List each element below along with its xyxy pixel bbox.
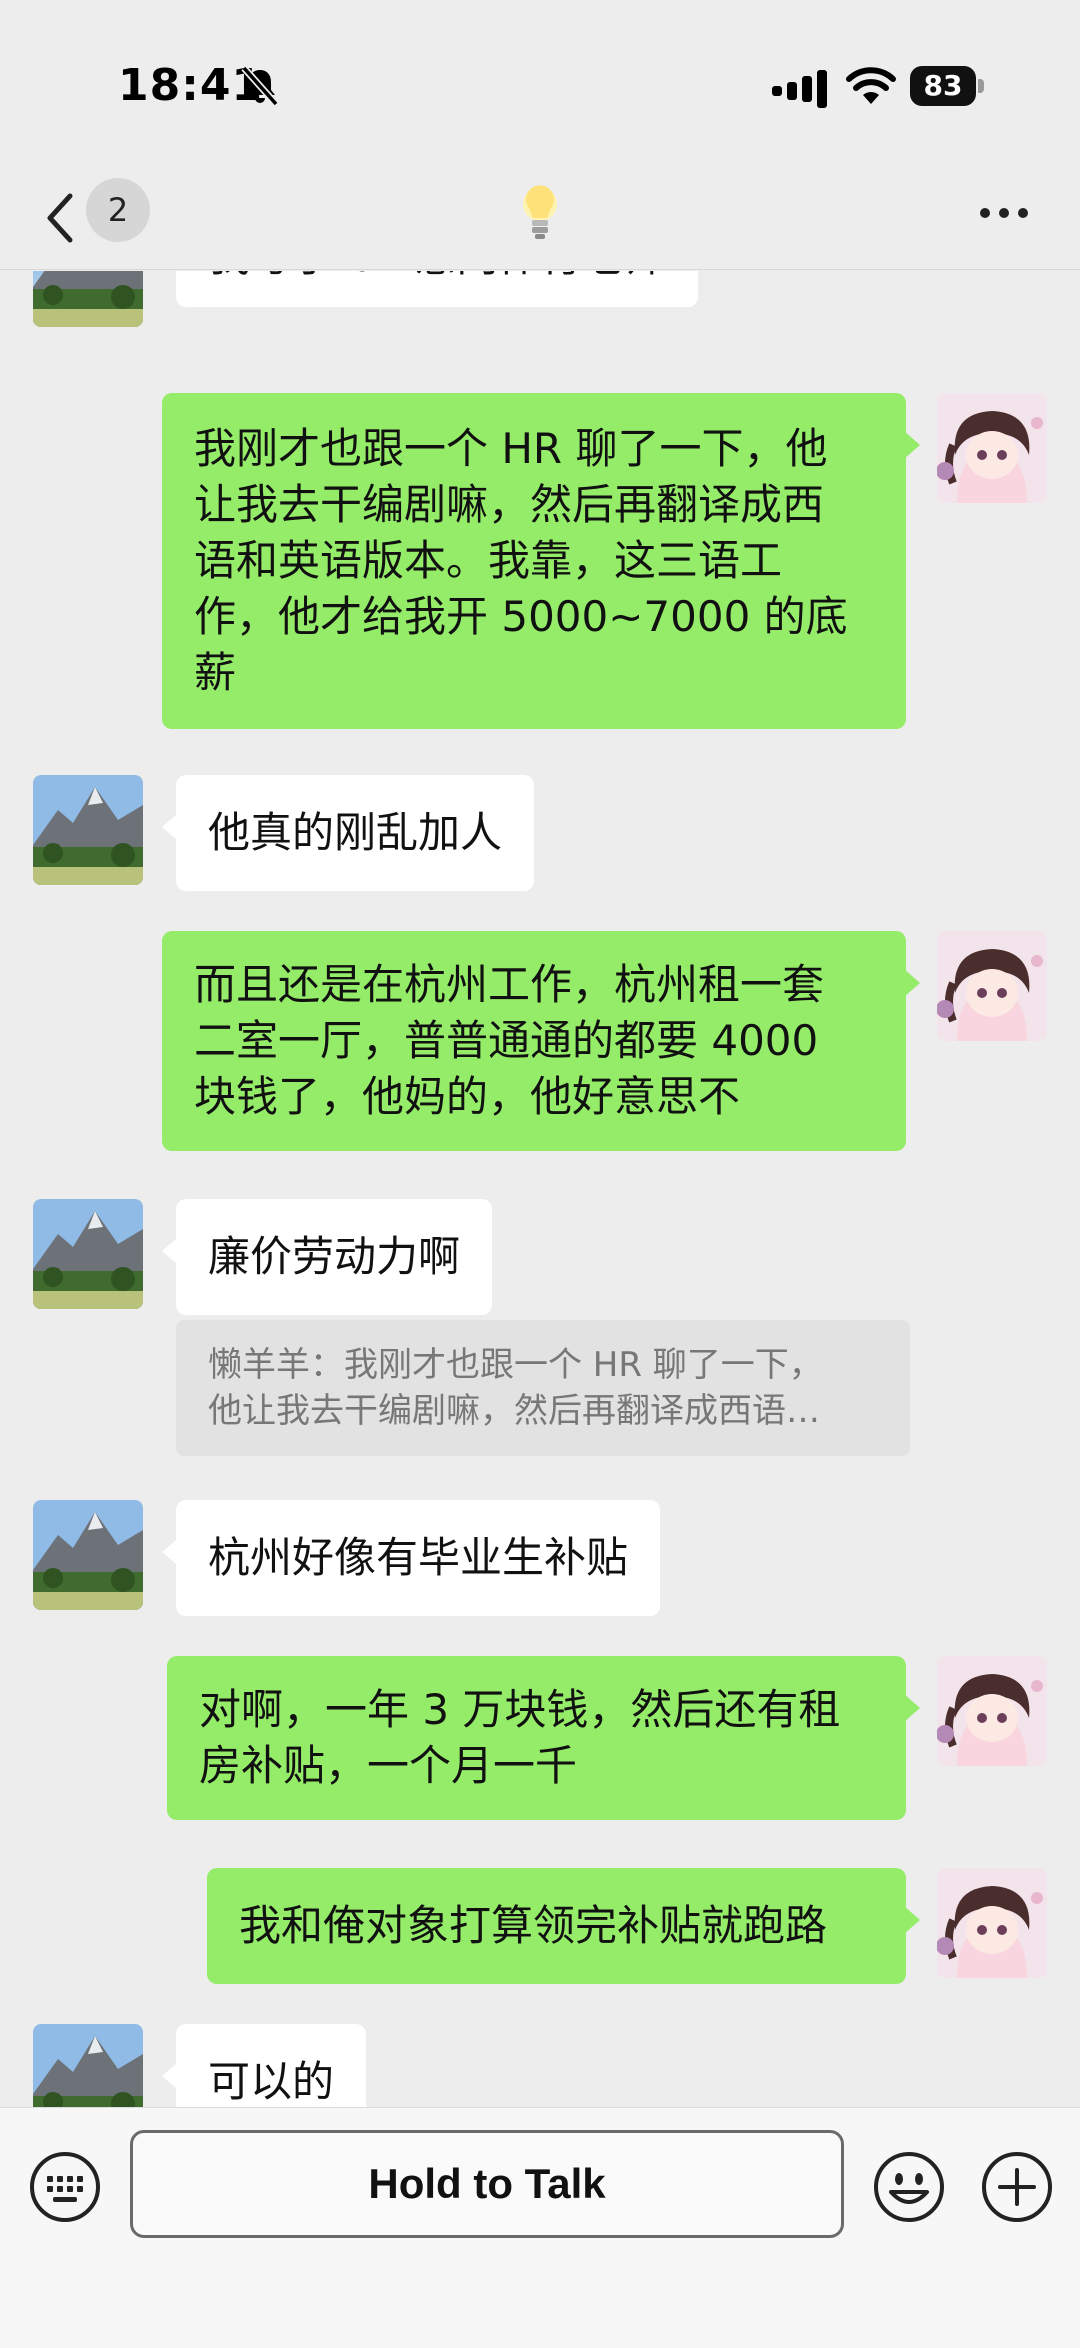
message-line: 而且还是在杭州工作，杭州租一套 (194, 960, 825, 1009)
message-line: 对啊，一年 3 万块钱，然后还有租 (199, 1685, 841, 1734)
contact-avatar[interactable] (33, 1199, 143, 1309)
message-text: 廉价劳动力啊 (208, 1232, 461, 1281)
emoji-icon[interactable] (872, 2150, 946, 2224)
outgoing-message[interactable]: 而且还是在杭州工作，杭州租一套 二室一厅，普普通通的都要 4000 块钱了，他妈… (162, 931, 920, 1151)
message-text: 我和俺对象打算领完补贴就跑路 (239, 1901, 828, 1950)
message-line: 我刚才也跟一个 HR 聊了一下，他 (194, 424, 828, 473)
incoming-message[interactable]: 廉价劳动力啊 (161, 1199, 493, 1315)
chat-screen: 18:41 83 2 我刚才也跟一个 HR 聊了一下，他 让我去干编剧嘛，然后再… (0, 0, 1080, 2348)
message-text: 可以的 (208, 2057, 335, 2106)
my-avatar[interactable] (937, 931, 1047, 1041)
quote-line: 他让我去干编剧嘛，然后再翻译成西语… (208, 1391, 820, 1431)
status-bar: 18:41 83 (0, 0, 1080, 170)
contact-avatar[interactable] (33, 271, 143, 327)
contact-avatar[interactable] (33, 2024, 143, 2107)
more-options-icon[interactable] (978, 206, 1030, 220)
plus-icon[interactable] (980, 2150, 1054, 2224)
lightbulb-icon (523, 185, 557, 239)
bell-muted-icon (241, 65, 279, 107)
chat-nav-bar: 2 (0, 170, 1080, 270)
message-text: 我写了 b1 意向体育老师 (208, 271, 666, 281)
incoming-message[interactable]: 可以的 (161, 2024, 367, 2107)
battery-level: 83 (910, 66, 976, 106)
cellular-signal-icon (772, 70, 827, 108)
message-text: 他真的刚乱加人 (208, 808, 503, 857)
unread-count-badge[interactable]: 2 (86, 178, 150, 242)
outgoing-message[interactable]: 我刚才也跟一个 HR 聊了一下，他 让我去干编剧嘛，然后再翻译成西 语和英语版本… (162, 393, 920, 729)
quote-line: 懒羊羊：我刚才也跟一个 HR 聊了一下， (208, 1345, 823, 1385)
battery-icon: 83 (910, 66, 984, 106)
my-avatar[interactable] (937, 1868, 1047, 1978)
incoming-message[interactable]: 他真的刚乱加人 (161, 775, 535, 891)
my-avatar[interactable] (937, 1656, 1047, 1766)
message-line: 薪 (194, 648, 237, 697)
chat-input-bar: Hold to Talk (0, 2107, 1080, 2348)
message-line: 语和英语版本。我靠，这三语工 (194, 536, 783, 585)
message-line: 二室一厅，普普通通的都要 4000 (194, 1016, 819, 1065)
my-avatar[interactable] (937, 393, 1047, 503)
contact-avatar[interactable] (33, 1500, 143, 1610)
quoted-reply[interactable]: 懒羊羊：我刚才也跟一个 HR 聊了一下， 他让我去干编剧嘛，然后再翻译成西语… (176, 1320, 910, 1456)
back-chevron-icon[interactable] (42, 188, 78, 248)
outgoing-message[interactable]: 对啊，一年 3 万块钱，然后还有租 房补贴，一个月一千 (167, 1656, 920, 1820)
hold-to-talk-button[interactable]: Hold to Talk (130, 2130, 844, 2238)
incoming-message[interactable]: 我写了 b1 意向体育老师 (176, 271, 699, 307)
message-text: 杭州好像有毕业生补贴 (208, 1533, 629, 1582)
outgoing-message[interactable]: 我和俺对象打算领完补贴就跑路 (207, 1868, 920, 1984)
message-list[interactable]: 我写了 b1 意向体育老师 我刚才也跟一个 HR 聊了一下，他 让我去干编剧嘛，… (0, 271, 1080, 2107)
message-line: 作，他才给我开 5000~7000 的底 (194, 592, 848, 641)
incoming-message[interactable]: 杭州好像有毕业生补贴 (161, 1500, 661, 1616)
contact-avatar[interactable] (33, 775, 143, 885)
wifi-icon (846, 67, 896, 104)
message-line: 让我去干编剧嘛，然后再翻译成西 (194, 480, 825, 529)
message-line: 房补贴，一个月一千 (199, 1741, 578, 1790)
message-line: 块钱了，他妈的，他好意思不 (194, 1072, 741, 1121)
keyboard-icon[interactable] (28, 2150, 102, 2224)
